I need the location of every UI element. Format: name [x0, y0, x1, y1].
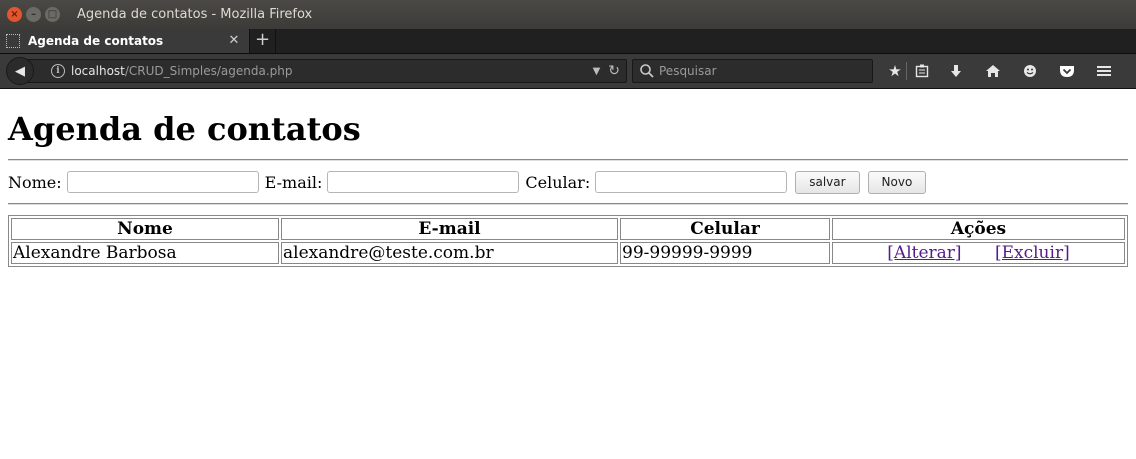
tab-label: Agenda de contatos: [28, 33, 164, 48]
contacts-table: Nome E-mail Celular Ações Alexandre Barb…: [8, 215, 1128, 267]
pocket-icon[interactable]: [1048, 54, 1085, 89]
url-host: localhost: [71, 64, 125, 78]
info-icon[interactable]: i: [51, 64, 65, 78]
navigation-bar: i localhost/CRUD_Simples/agenda.php ▼ ↻ …: [0, 54, 1136, 89]
page-title: Agenda de contatos: [8, 110, 361, 148]
column-header-actions: Ações: [832, 218, 1125, 240]
contact-actions: [Alterar] [Excluir]: [832, 242, 1125, 264]
search-icon: [640, 64, 654, 78]
phone-label: Celular:: [525, 172, 591, 192]
save-button[interactable]: salvar: [795, 170, 860, 194]
tab-close-icon[interactable]: ✕: [227, 33, 241, 48]
email-label: E-mail:: [264, 172, 323, 192]
search-placeholder: Pesquisar: [659, 64, 717, 78]
home-icon[interactable]: [974, 54, 1011, 89]
toolbar-icons: ★: [884, 54, 1122, 89]
search-bar[interactable]: Pesquisar: [632, 59, 873, 83]
window-close-button[interactable]: ×: [7, 7, 22, 22]
table-header-row: Nome E-mail Celular Ações: [11, 218, 1125, 240]
page-favicon-icon: [6, 33, 20, 48]
email-input[interactable]: [327, 171, 520, 193]
column-header-name: Nome: [11, 218, 279, 240]
contact-email: alexandre@teste.com.br: [281, 242, 618, 264]
divider-bottom: [8, 203, 1128, 205]
url-path: /CRUD_Simples/agenda.php: [124, 64, 293, 78]
page-content: Agenda de contatos Nome: E-mail: Celular…: [0, 89, 1136, 267]
window-titlebar: × – □ Agenda de contatos - Mozilla Firef…: [0, 0, 1136, 29]
new-tab-button[interactable]: +: [250, 28, 276, 53]
hello-smiley-icon[interactable]: [1011, 54, 1048, 89]
delete-link[interactable]: [Excluir]: [995, 243, 1070, 263]
name-label: Nome:: [8, 172, 62, 192]
new-button[interactable]: Novo: [867, 170, 927, 194]
tab-strip: Agenda de contatos ✕ +: [0, 28, 1136, 54]
contact-form: Nome: E-mail: Celular: salvar Novo: [8, 161, 1128, 203]
window-minimize-button[interactable]: –: [26, 7, 41, 22]
menu-icon[interactable]: [1085, 54, 1122, 89]
back-arrow-icon: ◀: [15, 63, 25, 79]
column-header-email: E-mail: [281, 218, 618, 240]
bookmark-star-icon[interactable]: ★: [884, 54, 906, 89]
contact-phone: 99-99999-9999: [620, 242, 830, 264]
column-header-phone: Celular: [620, 218, 830, 240]
contact-name: Alexandre Barbosa: [11, 242, 279, 264]
window-title: Agenda de contatos - Mozilla Firefox: [77, 7, 313, 22]
tab-agenda[interactable]: Agenda de contatos ✕: [0, 28, 250, 53]
window-maximize-button[interactable]: □: [45, 7, 60, 22]
back-button[interactable]: ◀: [6, 57, 34, 85]
table-row: Alexandre Barbosa alexandre@teste.com.br…: [11, 242, 1125, 264]
window-controls: × – □: [7, 7, 60, 22]
url-bar[interactable]: i localhost/CRUD_Simples/agenda.php ▼ ↻: [20, 59, 627, 83]
download-icon[interactable]: [937, 54, 974, 89]
name-input[interactable]: [66, 171, 259, 193]
phone-input[interactable]: [595, 171, 788, 193]
reload-icon[interactable]: ↻: [608, 63, 620, 79]
edit-link[interactable]: [Alterar]: [887, 243, 961, 263]
reading-list-icon[interactable]: [907, 54, 937, 89]
url-dropdown-icon[interactable]: ▼: [593, 66, 601, 77]
